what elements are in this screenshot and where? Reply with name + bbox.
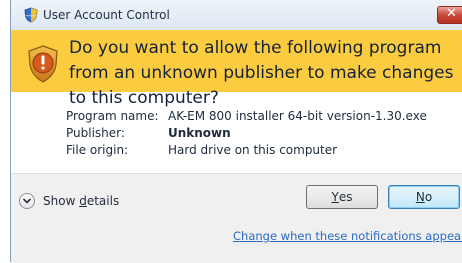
- file-origin-value: Hard drive on this computer: [168, 143, 338, 157]
- program-details: Program name: AK-EM 800 installer 64-bit…: [11, 92, 462, 172]
- file-origin-label: File origin:: [66, 143, 129, 157]
- title-bar[interactable]: User Account Control ✕: [11, 0, 462, 31]
- publisher-label: Publisher:: [66, 126, 125, 140]
- warning-banner: Do you want to allow the following progr…: [11, 30, 462, 108]
- show-details-toggle[interactable]: Show details: [19, 190, 119, 212]
- uac-shield-icon: [24, 7, 38, 23]
- no-button[interactable]: No: [388, 185, 460, 209]
- window-title: User Account Control: [43, 8, 170, 22]
- chevron-down-icon[interactable]: [19, 193, 35, 209]
- change-notifications-link[interactable]: Change when these notifications appear: [233, 229, 462, 243]
- yes-button[interactable]: Yes: [306, 185, 378, 209]
- close-icon: ✕: [446, 6, 457, 21]
- show-details-label: Show details: [43, 194, 120, 208]
- warning-shield-icon: [28, 45, 58, 83]
- program-name-value: AK-EM 800 installer 64-bit version-1.30.…: [168, 109, 427, 123]
- button-area: Show details Yes No Change when these no…: [11, 173, 462, 263]
- uac-dialog: User Account Control ✕ Do you want to al…: [10, 0, 462, 263]
- publisher-value: Unknown: [168, 126, 231, 140]
- program-name-label: Program name:: [66, 109, 159, 123]
- close-button[interactable]: ✕: [437, 6, 462, 24]
